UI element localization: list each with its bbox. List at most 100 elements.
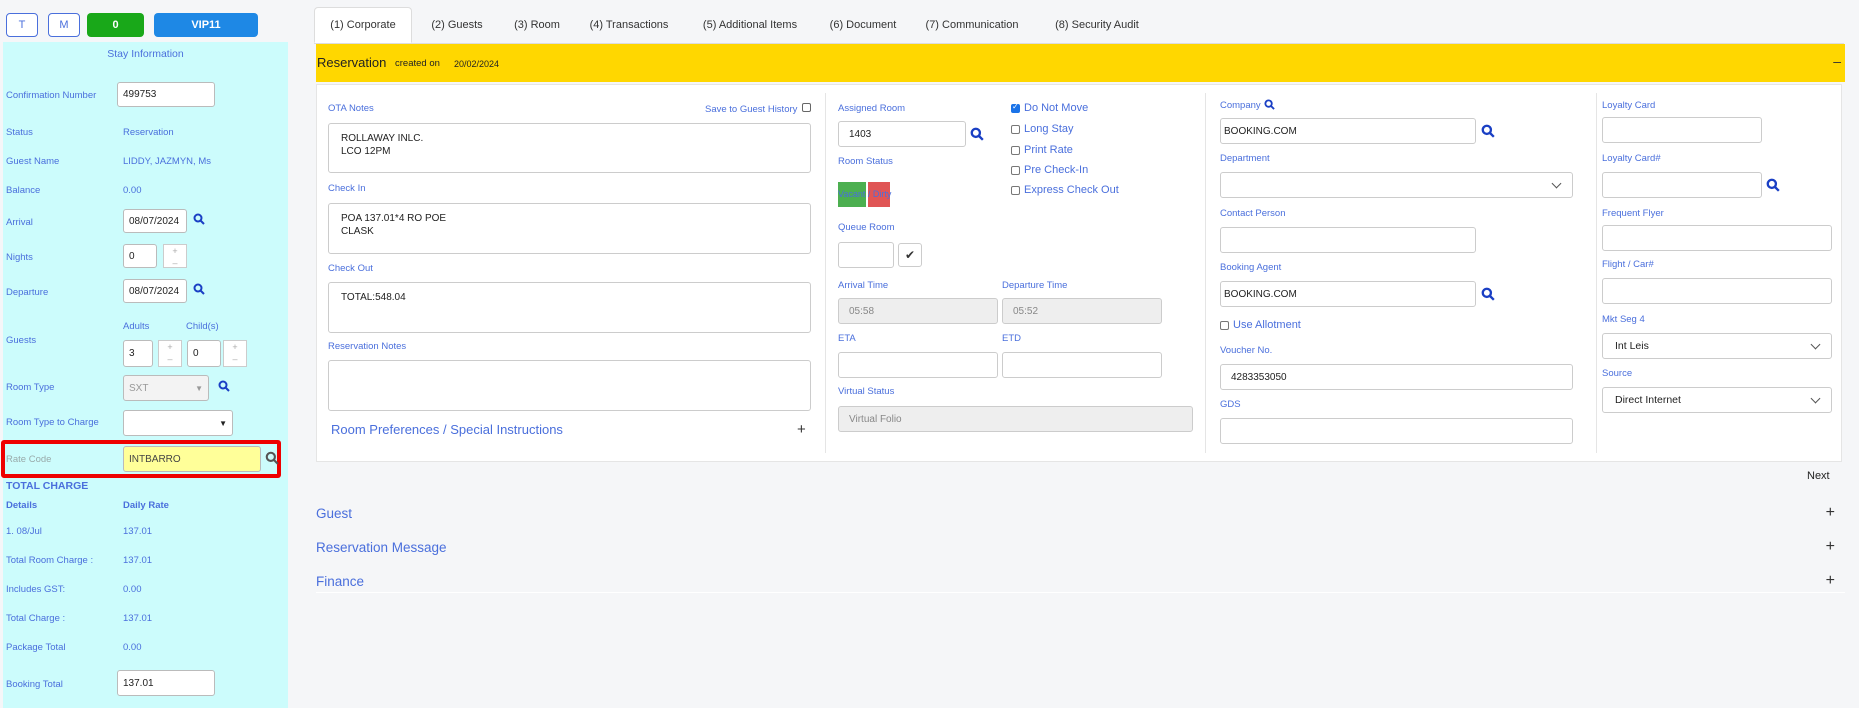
guest-section-header[interactable]: Guest + — [316, 498, 1845, 532]
company-search-icon[interactable] — [1264, 99, 1275, 110]
use-allotment-label: Use Allotment — [1233, 319, 1301, 331]
use-allotment-checkbox[interactable]: Use Allotment — [1220, 319, 1301, 331]
mkt-seg-label: Mkt Seg 4 — [1602, 314, 1645, 325]
tab-corporate[interactable]: (1) Corporate — [314, 7, 412, 43]
status-value: Reservation — [123, 127, 174, 138]
room-type-charge-select[interactable]: ▼ — [123, 410, 233, 436]
reservation-notes-textarea[interactable] — [328, 360, 811, 411]
print-rate-checkbox[interactable]: Print Rate — [1011, 144, 1073, 156]
check-in-textarea[interactable]: POA 137.01*4 RO POE CLASK — [328, 203, 811, 254]
tab-transactions[interactable]: (4) Transactions — [574, 7, 684, 43]
created-on-value: 20/02/2024 — [454, 59, 500, 69]
check-out-label: Check Out — [328, 263, 373, 274]
booking-agent-input[interactable]: BOOKING.COM — [1220, 281, 1476, 307]
room-type-select[interactable]: SXT ▼ — [123, 375, 209, 401]
contact-person-label: Contact Person — [1220, 208, 1286, 219]
balance-label: Balance — [6, 185, 41, 196]
t-button[interactable]: T — [6, 13, 38, 37]
mkt-seg-select[interactable]: Int Leis — [1602, 333, 1832, 359]
gds-input[interactable] — [1220, 418, 1573, 444]
long-stay-checkbox[interactable]: Long Stay — [1011, 123, 1074, 135]
room-type-charge-label: Room Type to Charge — [6, 417, 99, 428]
count-button[interactable]: 0 — [87, 13, 144, 37]
arrival-input[interactable]: 08/07/2024 — [123, 209, 187, 233]
room-status-label: Room Status — [838, 156, 893, 167]
tab-additional-items[interactable]: (5) Additional Items — [684, 7, 816, 43]
departure-search-icon[interactable] — [193, 283, 205, 295]
contact-person-input[interactable] — [1220, 227, 1476, 253]
flight-car-input[interactable] — [1602, 278, 1832, 304]
children-input[interactable]: 0 — [187, 340, 221, 367]
arrival-time-input: 05:58 — [838, 298, 998, 324]
finance-section-header[interactable]: Finance + — [316, 566, 1845, 600]
express-checkout-checkbox[interactable]: Express Check Out — [1011, 184, 1119, 196]
queue-room-check-icon[interactable]: ✔ — [898, 243, 922, 267]
source-select[interactable]: Direct Internet — [1602, 387, 1832, 413]
vip-button[interactable]: VIP11 — [154, 13, 258, 37]
includes-gst-value: 0.00 — [123, 584, 142, 595]
expand-icon[interactable]: + — [1826, 538, 1835, 556]
collapse-icon[interactable]: – — [1833, 53, 1841, 69]
reservation-message-section-header[interactable]: Reservation Message + — [316, 532, 1845, 566]
flight-car-label: Flight / Car# — [1602, 259, 1654, 270]
eta-input[interactable] — [838, 352, 998, 378]
tab-communication[interactable]: (7) Communication — [910, 7, 1034, 43]
save-history-checkbox[interactable] — [802, 103, 811, 112]
room-type-label: Room Type — [6, 382, 55, 393]
loyalty-card-input[interactable] — [1602, 117, 1762, 143]
chevron-down-icon — [1810, 339, 1821, 349]
tab-bar: (1) Corporate (2) Guests (3) Room (4) Tr… — [314, 7, 1844, 44]
adults-stepper[interactable]: + – — [158, 340, 182, 367]
booking-total-input[interactable]: 137.01 — [117, 670, 215, 696]
do-not-move-checkbox[interactable]: Do Not Move — [1011, 102, 1088, 114]
reservation-header[interactable]: Reservation created on 20/02/2024 – — [316, 44, 1845, 82]
rate-code-input[interactable]: INTBARRO — [123, 446, 261, 472]
nights-stepper[interactable]: + – — [163, 244, 187, 268]
room-type-value: SXT — [129, 382, 149, 394]
department-select[interactable] — [1220, 172, 1573, 198]
tab-room[interactable]: (3) Room — [500, 7, 574, 43]
company-input[interactable]: BOOKING.COM — [1220, 118, 1476, 144]
column-divider — [1596, 93, 1597, 453]
ota-notes-textarea[interactable]: ROLLAWAY INLC. LCO 12PM — [328, 123, 811, 173]
confirmation-input[interactable]: 499753 — [117, 82, 215, 107]
check-out-textarea[interactable]: TOTAL:548.04 — [328, 282, 811, 333]
rate-code-search-icon[interactable] — [265, 451, 279, 465]
nights-input[interactable]: 0 — [123, 244, 157, 268]
chevron-down-icon — [1810, 393, 1821, 403]
booking-agent-search-icon[interactable] — [1481, 287, 1495, 301]
tab-security-audit[interactable]: (8) Security Audit — [1034, 7, 1160, 43]
room-preferences-expand-icon[interactable]: + — [797, 421, 806, 438]
departure-input[interactable]: 08/07/2024 — [123, 279, 187, 303]
column-divider — [1205, 93, 1206, 453]
pre-checkin-checkbox[interactable]: Pre Check-In — [1011, 164, 1088, 176]
loyalty-card-no-input[interactable] — [1602, 172, 1762, 198]
finance-section-title: Finance — [316, 574, 365, 589]
daily-rate-header: Daily Rate — [123, 500, 169, 511]
assigned-room-input[interactable]: 1403 — [838, 121, 966, 147]
children-stepper[interactable]: + – — [223, 340, 247, 367]
children-label: Child(s) — [186, 321, 219, 332]
tab-guests[interactable]: (2) Guests — [414, 7, 500, 43]
checkbox-icon — [1011, 124, 1020, 134]
queue-room-input[interactable] — [838, 242, 894, 268]
created-on-label: created on — [395, 58, 440, 69]
tab-document[interactable]: (6) Document — [816, 7, 910, 43]
voucher-input[interactable]: 4283353050 — [1220, 364, 1573, 390]
loyalty-card-search-icon[interactable] — [1766, 178, 1780, 192]
company-lookup-icon[interactable] — [1481, 124, 1495, 138]
assigned-room-search-icon[interactable] — [970, 127, 984, 141]
package-total-label: Package Total — [6, 642, 66, 653]
room-preferences-link[interactable]: Room Preferences / Special Instructions — [331, 422, 563, 437]
expand-icon[interactable]: + — [1826, 572, 1835, 590]
frequent-flyer-input[interactable] — [1602, 225, 1832, 251]
loyalty-card-label: Loyalty Card — [1602, 100, 1656, 111]
adults-input[interactable]: 3 — [123, 340, 153, 367]
next-button[interactable]: Next — [1807, 470, 1830, 482]
etd-input[interactable] — [1002, 352, 1162, 378]
arrival-search-icon[interactable] — [193, 213, 205, 225]
room-type-search-icon[interactable] — [218, 380, 230, 392]
m-button[interactable]: M — [48, 13, 80, 37]
expand-icon[interactable]: + — [1826, 504, 1835, 522]
rate-code-label: Rate Code — [6, 454, 52, 465]
